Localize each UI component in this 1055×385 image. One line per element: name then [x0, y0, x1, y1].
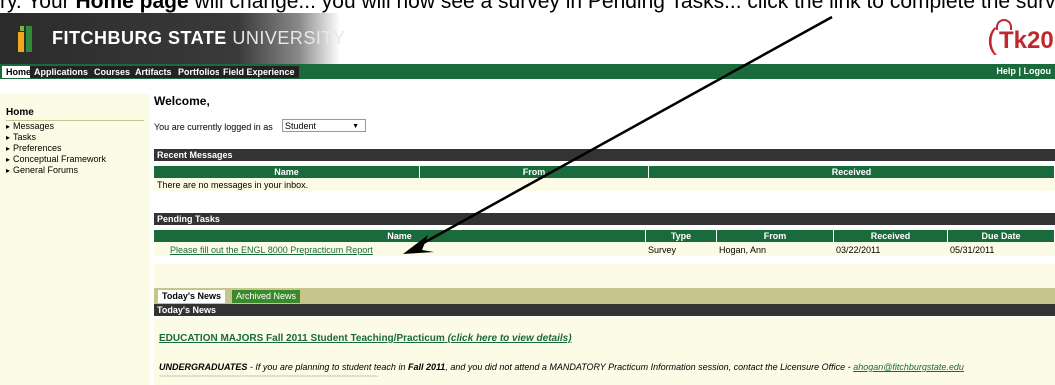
sidebar-title[interactable]: Home	[6, 106, 144, 121]
tab-archived-news[interactable]: Archived News	[232, 290, 301, 303]
news-body-term: Fall 2011	[407, 362, 446, 372]
task-from: Hogan, Ann	[719, 245, 767, 255]
licensure-email-link[interactable]: ahogan@fitchburgstate.edu	[853, 362, 964, 372]
tk20-logo: ( Tk20	[985, 19, 1055, 61]
messages-col-from[interactable]: From	[420, 166, 649, 178]
caption-text: ry. Your	[0, 0, 76, 13]
main-content: Welcome, You are currently logged in as …	[150, 94, 1055, 385]
tasks-col-from[interactable]: From	[717, 230, 834, 242]
university-name-bold: FITCHBURG STATE	[52, 28, 227, 48]
tk20-logo-text: Tk20	[999, 27, 1054, 54]
main-nav: Home Applications Courses Artifacts Port…	[0, 64, 1055, 79]
news-body: EDUCATION MAJORS Fall 2011 Student Teach…	[154, 317, 1055, 385]
university-name-rest: UNIVERSITY	[226, 28, 346, 48]
nav-tab-field-experience[interactable]: Field Experience	[219, 66, 299, 78]
chevron-down-icon: ▼	[352, 123, 359, 130]
messages-col-received[interactable]: Received	[649, 166, 1055, 178]
news-body-mid1: - If you are planning to student teach i…	[247, 362, 408, 372]
instruction-caption: ry. Your Home page will change... you wi…	[0, 0, 1055, 13]
nav-utility-links: Help | Logou	[996, 65, 1051, 78]
nav-tab-artifacts[interactable]: Artifacts	[131, 66, 176, 78]
messages-empty-text: There are no messages in your inbox.	[157, 180, 309, 190]
sidebar-item-conceptual-framework[interactable]: Conceptual Framework	[6, 154, 144, 165]
role-select[interactable]: Student ▼	[282, 119, 366, 132]
sidebar: Home Messages Tasks Preferences Conceptu…	[6, 106, 144, 176]
role-select-value: Student	[285, 121, 317, 131]
site-header: FITCHBURG STATE UNIVERSITY ( Tk20	[0, 13, 1055, 64]
news-separator: ~~~~~~~~~~~~~~~~~~~~~~~~~~~~~~~~~~~~~~~~…	[159, 374, 378, 380]
news-headline-detail: (click here to view details)	[447, 333, 572, 344]
help-link[interactable]: Help	[996, 66, 1016, 76]
sidebar-item-tasks[interactable]: Tasks	[6, 132, 144, 143]
university-logo-icon	[18, 26, 40, 52]
sidebar-item-messages[interactable]: Messages	[6, 121, 144, 132]
sidebar-item-general-forums[interactable]: General Forums	[6, 165, 144, 176]
university-brand: FITCHBURG STATE UNIVERSITY	[0, 13, 345, 64]
news-headline-text: EDUCATION MAJORS Fall 2011 Student Teach…	[159, 333, 445, 344]
tab-todays-news[interactable]: Today's News	[158, 290, 225, 303]
sidebar-item-preferences[interactable]: Preferences	[6, 143, 144, 154]
news-body-mid2: , and you did not attend a MANDATORY Pra…	[445, 362, 854, 372]
pending-tasks-title: Pending Tasks	[154, 213, 1055, 225]
task-type: Survey	[648, 245, 677, 255]
todays-news-title: Today's News	[154, 304, 1055, 316]
logged-in-label: You are currently logged in as	[154, 122, 273, 132]
recent-messages-title: Recent Messages	[154, 149, 1055, 161]
news-tab-bar: Today's News Archived News	[154, 288, 1055, 304]
news-headline-link[interactable]: EDUCATION MAJORS Fall 2011 Student Teach…	[159, 333, 572, 344]
news-spacer	[154, 264, 1055, 288]
news-body-text: UNDERGRADUATES - If you are planning to …	[159, 362, 964, 372]
tasks-col-type[interactable]: Type	[646, 230, 717, 242]
university-name: FITCHBURG STATE UNIVERSITY	[52, 28, 345, 49]
task-link[interactable]: Please fill out the ENGL 8000 Prepractic…	[170, 245, 373, 256]
welcome-heading: Welcome,	[154, 94, 210, 108]
news-body-lead: UNDERGRADUATES	[159, 362, 248, 372]
task-due-date: 05/31/2011	[950, 245, 995, 255]
nav-separator: |	[1018, 66, 1021, 76]
tasks-col-due-date[interactable]: Due Date	[948, 230, 1055, 242]
task-received: 03/22/2011	[836, 245, 881, 255]
nav-tab-applications[interactable]: Applications	[30, 66, 93, 78]
caption-bold-text: Home page	[75, 0, 189, 13]
nav-tab-courses[interactable]: Courses	[90, 66, 135, 78]
tasks-col-name[interactable]: Name	[154, 230, 646, 242]
tasks-col-received[interactable]: Received	[834, 230, 948, 242]
messages-col-name[interactable]: Name	[154, 166, 420, 178]
nav-tab-portfolios[interactable]: Portfolios	[174, 66, 224, 78]
logout-link[interactable]: Logou	[1024, 66, 1052, 76]
caption-text-rest: will change... you will now see a survey…	[188, 0, 1055, 13]
